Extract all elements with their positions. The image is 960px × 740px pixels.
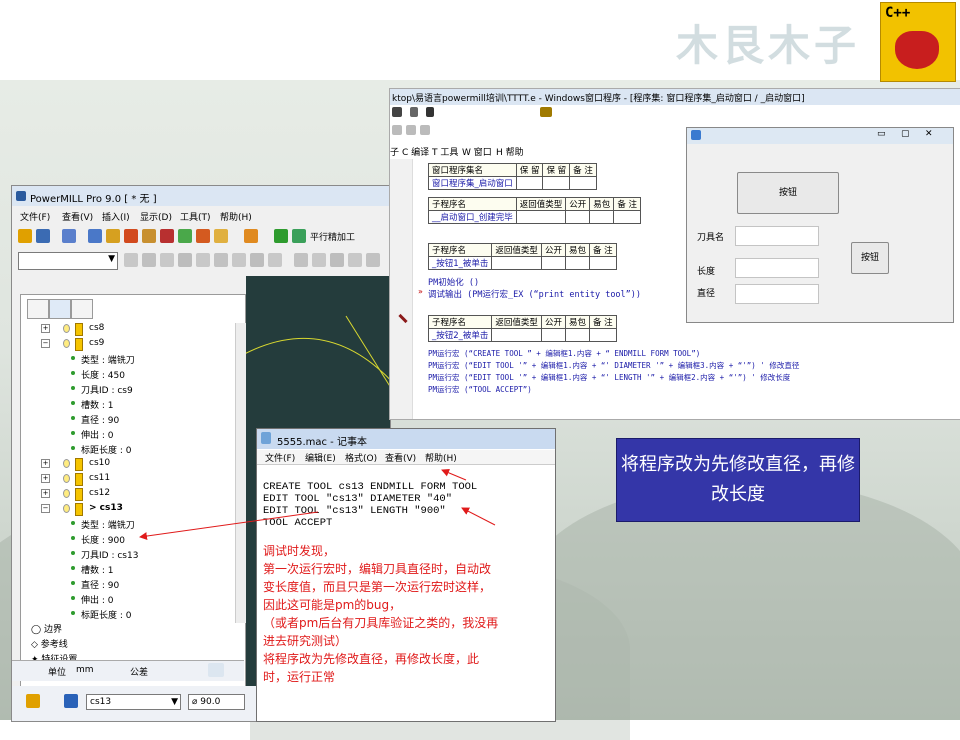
callout-text: 将程序改为先修改直径，再修改长度 — [621, 454, 855, 505]
callout-box: 将程序改为先修改直径，再修改长度 — [616, 438, 860, 522]
arrow-to-diameter-line — [441, 469, 467, 481]
annotation-arrows — [139, 469, 496, 540]
arrow-to-length-line — [461, 507, 496, 526]
arrow-to-length — [139, 511, 319, 540]
